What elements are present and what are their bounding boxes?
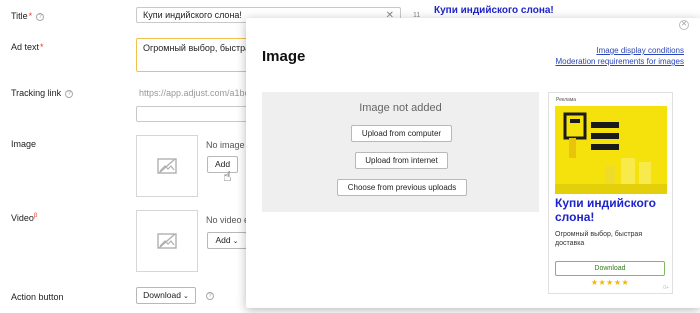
no-video-icon (157, 233, 177, 249)
ad-age-rating: 0+ (663, 285, 669, 291)
video-label: Videoβ (11, 213, 38, 223)
image-label: Image (11, 139, 37, 149)
image-status: No image (206, 140, 245, 150)
choose-previous-uploads-button[interactable]: Choose from previous uploads (337, 179, 467, 196)
adtext-input-value: Огромный выбор, быстрая д (143, 43, 263, 53)
upload-from-internet-button[interactable]: Upload from internet (355, 152, 448, 169)
ad-title: Купи индийского слона! (555, 196, 656, 224)
title-label: Title*? (11, 11, 45, 21)
action-button-label: Action button (11, 292, 64, 302)
moderation-requirements-link[interactable]: Moderation requirements for images (555, 57, 684, 66)
help-icon[interactable]: ? (36, 13, 45, 21)
image-display-conditions-link[interactable]: Image display conditions (596, 46, 684, 55)
elephant-logo-image (555, 106, 667, 194)
help-icon[interactable]: ? (206, 292, 214, 300)
title-input-value: Купи индийского слона! (143, 10, 242, 20)
video-thumbnail (136, 210, 198, 272)
adtext-label: Ad text* (11, 42, 44, 52)
tracking-link-value: https://app.adjust.com/a1bc4 (139, 88, 255, 98)
image-modal: Image Image display conditions Moderatio… (246, 18, 700, 308)
ad-rating-stars: ★★★★★ (590, 278, 630, 287)
ad-image (555, 106, 667, 194)
no-image-icon (157, 158, 177, 174)
tracking-label: Tracking link? (11, 88, 74, 98)
add-video-button[interactable]: Add ⌄ (207, 232, 247, 249)
image-not-added-text: Image not added (359, 102, 442, 114)
upload-from-computer-button[interactable]: Upload from computer (351, 125, 452, 142)
ad-download-button: Download (555, 261, 665, 276)
ad-preview: Реклама Купи индийского слона! Огромный … (548, 92, 673, 294)
chevron-down-icon: ⌄ (232, 238, 239, 245)
ad-tag: Реклама (556, 97, 577, 103)
modal-title: Image (262, 48, 306, 65)
chevron-down-icon: ⌄ (182, 293, 189, 300)
preview-title: Купи индийского слона! (434, 5, 554, 16)
action-button-select[interactable]: Download ⌄ (136, 287, 196, 304)
ad-body: Огромный выбор, быстрая доставка (555, 231, 643, 247)
image-thumbnail (136, 135, 198, 197)
cursor-hand-icon: ☝ (223, 168, 232, 184)
upload-area: Image not added Upload from computer Upl… (262, 92, 539, 212)
close-icon[interactable]: ✕ (679, 20, 689, 30)
help-icon[interactable]: ? (65, 90, 74, 98)
